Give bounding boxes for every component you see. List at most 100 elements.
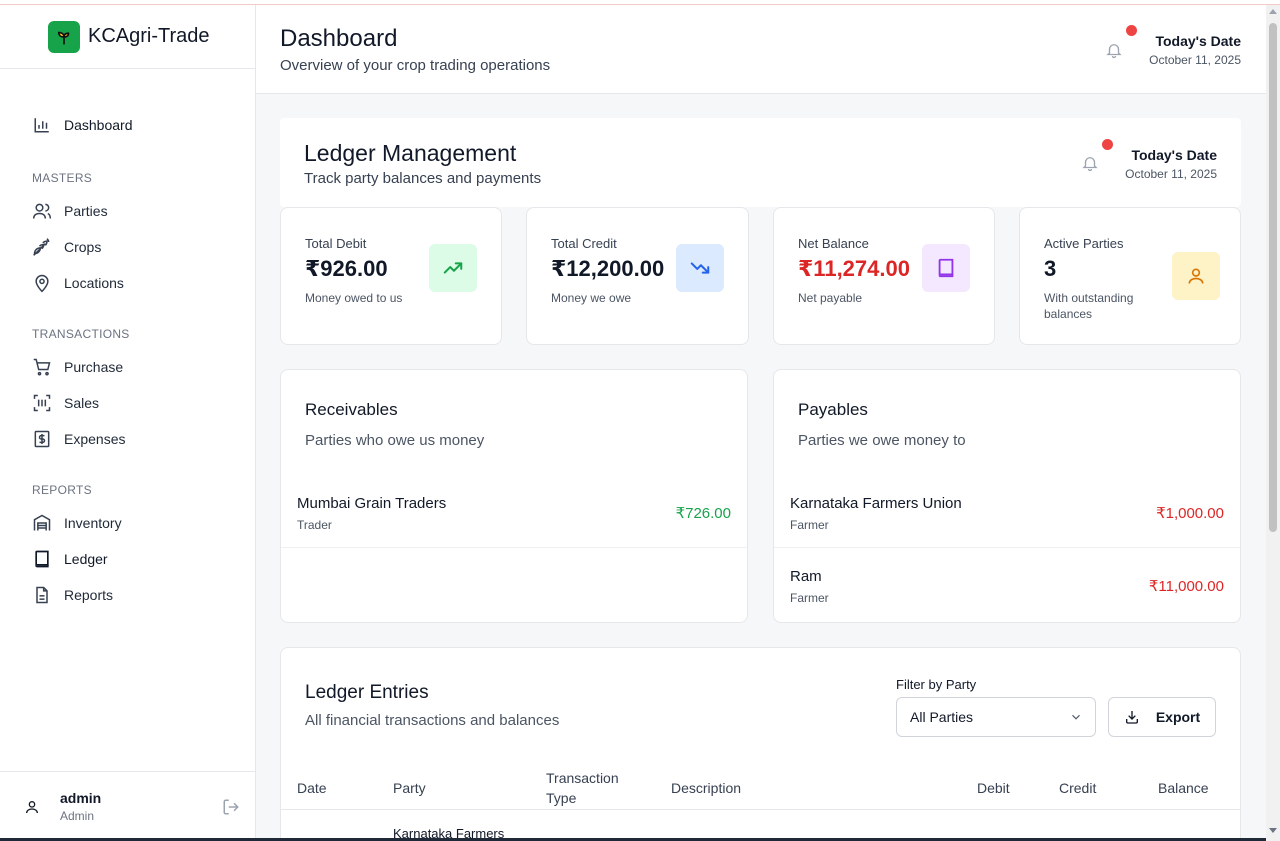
date-label: Today's Date [1155,33,1241,49]
stat-value: 3 [1044,256,1057,281]
sidebar-item-sales[interactable]: Sales [32,391,99,415]
payables-panel: Payables Parties we owe money to Karnata… [773,369,1241,623]
ledger-entries-card: Ledger Entries All financial transaction… [280,647,1241,841]
sidebar-item-label: Purchase [64,359,124,375]
stat-card-total-credit: Total Credit ₹12,200.00 Money we owe [526,207,749,345]
party-name: Karnataka Farmers Union [790,495,962,512]
entries-subtitle: All financial transactions and balances [305,712,560,729]
file-text-icon [32,585,52,605]
panel-subtitle: Parties we owe money to [798,432,966,449]
sidebar-item-ledger[interactable]: Ledger [32,547,108,571]
map-pin-icon [32,273,52,293]
stat-card-active-parties: Active Parties 3 With outstanding balanc… [1019,207,1241,345]
stat-note: Money owed to us [305,291,403,305]
receivables-panel: Receivables Parties who owe us money Mum… [280,369,748,623]
user-icon [22,797,42,817]
chevron-down-icon [1069,710,1083,727]
sprout-logo-icon [48,20,80,53]
sidebar-item-purchase[interactable]: Purchase [32,355,123,379]
main-area: Dashboard Overview of your crop trading … [256,5,1266,841]
sidebar-item-label: Inventory [64,515,122,531]
page-title: Dashboard [280,25,398,52]
sidebar-item-label: Parties [64,203,108,219]
scroll-up-icon[interactable] [1269,9,1277,14]
stat-note: Net payable [798,291,863,305]
section-reports: REPORTS [32,483,92,497]
party-filter-select[interactable]: All Parties [896,697,1096,737]
scrollbar[interactable] [1266,5,1280,841]
sidebar-item-label: Locations [64,275,124,291]
sidebar-item-label: Ledger [64,551,108,567]
notification-dot [1126,25,1137,36]
ledger-header-card: Ledger Management Track party balances a… [280,118,1241,207]
stat-label: Active Parties [1044,236,1124,251]
sidebar-item-parties[interactable]: Parties [32,199,108,223]
sidebar-item-locations[interactable]: Locations [32,271,124,295]
warehouse-icon [32,513,52,533]
sidebar-item-label: Expenses [64,431,126,447]
stat-note: Money we owe [551,291,632,305]
table-header: Date Party Transaction Type Description … [281,764,1240,810]
section-masters: MASTERS [32,171,93,185]
column-date[interactable]: Date [297,778,327,798]
user-icon [1172,252,1220,300]
panel-subtitle: Parties who owe us money [305,432,485,449]
page-subtitle: Overview of your crop trading operations [280,57,551,74]
export-label: Export [1155,709,1201,725]
sidebar-item-label: Reports [64,587,114,603]
column-debit[interactable]: Debit [977,778,1010,798]
bell-icon[interactable] [1105,41,1123,59]
column-transaction-type[interactable]: Transaction Type [546,768,636,808]
section-transactions: TRANSACTIONS [32,327,130,341]
sidebar-item-label: Dashboard [64,117,133,133]
sidebar-item-crops[interactable]: Crops [32,235,101,259]
app-name: KCAgri-Trade [88,25,210,47]
dollar-receipt-icon [32,429,52,449]
brand[interactable]: KCAgri-Trade [0,5,255,69]
party-amount: ₹11,000.00 [1148,578,1224,595]
bell-icon[interactable] [1081,154,1099,172]
stat-card-total-debit: Total Debit ₹926.00 Money owed to us [280,207,502,345]
logout-icon[interactable] [222,798,240,816]
panel-title: Payables [798,400,868,419]
sidebar-item-expenses[interactable]: Expenses [32,427,125,451]
user-name: admin [60,790,102,806]
scroll-thumb[interactable] [1269,23,1277,532]
party-amount: ₹1,000.00 [1156,505,1224,522]
trending-down-icon [676,244,724,292]
date-label: Today's Date [1131,147,1217,163]
panel-title: Receivables [305,400,398,419]
list-item[interactable]: Karnataka Farmers Union Farmer ₹1,000.00 [774,475,1240,548]
column-credit[interactable]: Credit [1059,778,1096,798]
page-header: Dashboard Overview of your crop trading … [256,5,1266,94]
column-party[interactable]: Party [393,778,426,798]
sidebar-item-reports[interactable]: Reports [32,583,113,607]
filter-label: Filter by Party [896,677,977,692]
book-icon [922,244,970,292]
user-profile: admin Admin [0,771,256,841]
sidebar-item-dashboard[interactable]: Dashboard [32,113,133,137]
sidebar-item-label: Crops [64,239,102,255]
users-icon [32,201,52,221]
list-item[interactable]: Mumbai Grain Traders Trader ₹726.00 [281,475,747,548]
download-icon [1124,709,1156,725]
barcode-scan-icon [32,393,52,413]
column-description[interactable]: Description [671,778,741,798]
sidebar: KCAgri-Trade Dashboard MASTERS Parties C… [0,5,256,841]
scroll-down-icon[interactable] [1269,828,1277,833]
list-item[interactable]: Ram Farmer ₹11,000.00 [774,548,1240,621]
notification-dot [1102,139,1113,150]
export-button[interactable]: Export [1108,697,1216,737]
stat-note: With outstanding balances [1044,291,1134,321]
trending-up-icon [429,244,477,292]
sidebar-item-inventory[interactable]: Inventory [32,511,122,535]
stat-label: Total Credit [551,236,617,251]
party-name: Mumbai Grain Traders [297,495,447,512]
column-balance[interactable]: Balance [1158,778,1209,798]
entries-title: Ledger Entries [305,682,429,703]
party-type: Farmer [790,518,829,532]
party-amount: ₹726.00 [675,505,731,522]
date-value: October 11, 2025 [1125,167,1217,181]
stat-card-net-balance: Net Balance ₹11,274.00 Net payable [773,207,995,345]
stat-value: ₹926.00 [305,256,388,281]
